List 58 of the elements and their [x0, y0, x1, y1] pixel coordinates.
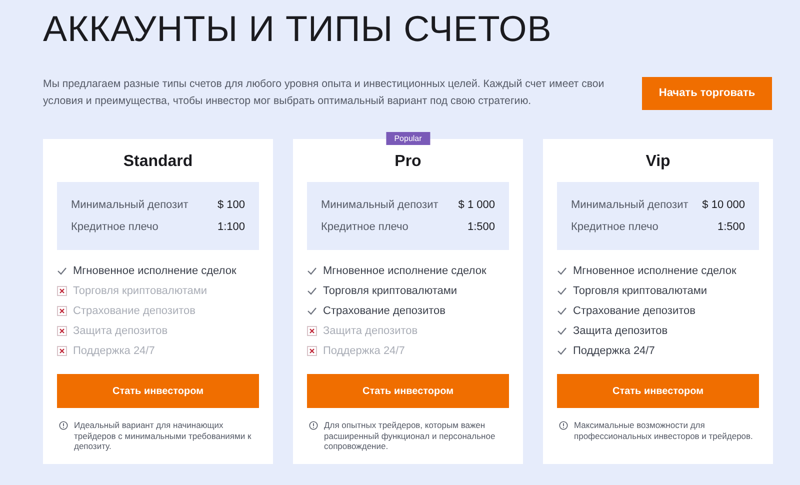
popular-badge: Popular	[386, 132, 430, 145]
term-value: 1:500	[467, 221, 495, 233]
feature-label: Торговля криптовалютами	[323, 285, 458, 297]
term-label: Кредитное плечо	[71, 221, 158, 233]
plan-name: Standard	[122, 152, 194, 172]
term-label: Минимальный депозит	[571, 199, 688, 211]
term-label: Кредитное плечо	[321, 221, 408, 233]
check-icon	[557, 347, 567, 355]
feature-label: Страхование депозитов	[323, 305, 446, 317]
cross-icon	[57, 326, 67, 336]
check-icon	[557, 267, 567, 275]
cross-icon	[57, 346, 67, 356]
intro-text: Мы предлагаем разные типы счетов для любого уровня опыта и инвестиционных целей. Каждый счет имеет свои условия и преимущества, чтобы инвестор мог выбрать оптимальный вариант под свою стратегию.	[43, 77, 606, 109]
term-value: $ 10 000	[702, 199, 745, 211]
check-icon	[307, 287, 317, 295]
term-value: $ 100	[217, 199, 245, 211]
plan-note: Идеальный вариант для начинающих трейдеров с минимальными требованиями к депозиту.	[74, 420, 252, 452]
feature-label: Торговля криптовалютами	[73, 285, 208, 297]
feature-label: Мгновенное исполнение сделок	[573, 265, 736, 277]
check-icon	[307, 307, 317, 315]
become-investor-button[interactable]: Стать инвестором	[57, 374, 259, 408]
info-icon	[59, 421, 68, 430]
feature-label: Защита депозитов	[573, 325, 668, 337]
feature-label: Поддержка 24/7	[573, 345, 655, 357]
check-icon	[557, 287, 567, 295]
check-icon	[57, 267, 67, 275]
plan-note: Для опытных трейдеров, которым важен расширенный функционал и персональное сопровождение.	[324, 420, 496, 452]
check-icon	[557, 327, 567, 335]
start-trading-button[interactable]: Начать торговать	[642, 76, 772, 110]
term-value: 1:500	[717, 221, 745, 233]
page-title: АККАУНТЫ И ТИПЫ СЧЕТОВ	[43, 7, 553, 50]
info-icon	[559, 421, 568, 430]
plan-note: Максимальные возможности для профессиональных инвесторов и трейдеров.	[574, 420, 754, 441]
plan-name: Pro	[394, 152, 422, 172]
term-value: 1:100	[217, 221, 245, 233]
feature-label: Торговля криптовалютами	[573, 285, 708, 297]
become-investor-button[interactable]: Стать инвестором	[557, 374, 759, 408]
term-value: $ 1 000	[458, 199, 495, 211]
term-label: Минимальный депозит	[321, 199, 438, 211]
feature-label: Поддержка 24/7	[323, 345, 405, 357]
feature-label: Мгновенное исполнение сделок	[323, 265, 486, 277]
become-investor-button[interactable]: Стать инвестором	[307, 374, 509, 408]
cross-icon	[307, 346, 317, 356]
cross-icon	[307, 326, 317, 336]
feature-label: Защита депозитов	[323, 325, 418, 337]
feature-label: Поддержка 24/7	[73, 345, 155, 357]
feature-label: Страхование депозитов	[573, 305, 696, 317]
feature-label: Страхование депозитов	[73, 305, 196, 317]
check-icon	[307, 267, 317, 275]
cross-icon	[57, 286, 67, 296]
feature-label: Защита депозитов	[73, 325, 168, 337]
check-icon	[557, 307, 567, 315]
term-label: Минимальный депозит	[71, 199, 188, 211]
feature-label: Мгновенное исполнение сделок	[73, 265, 236, 277]
term-label: Кредитное плечо	[571, 221, 658, 233]
info-icon	[309, 421, 318, 430]
cross-icon	[57, 306, 67, 316]
plan-name: Vip	[644, 152, 672, 172]
